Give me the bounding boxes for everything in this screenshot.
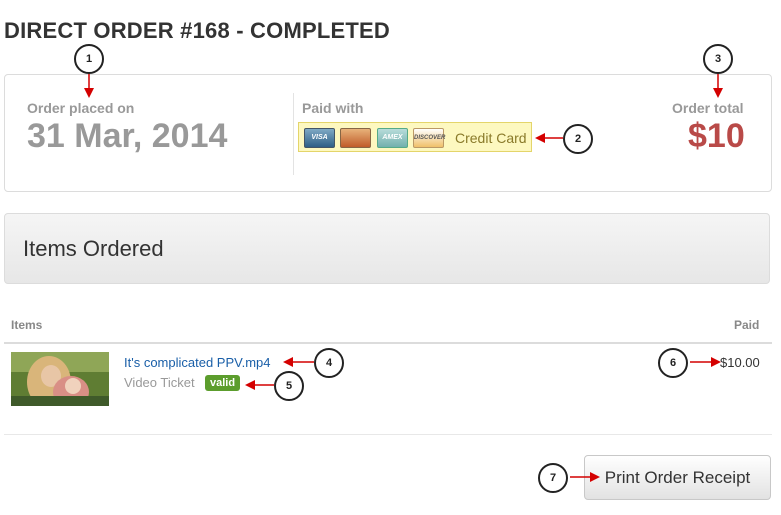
annotation-arrows bbox=[84, 73, 723, 482]
callout-7: 7 bbox=[538, 463, 568, 493]
callout-2: 2 bbox=[563, 124, 593, 154]
callout-5: 5 bbox=[274, 371, 304, 401]
callout-6: 6 bbox=[658, 348, 688, 378]
callout-3: 3 bbox=[703, 44, 733, 74]
callout-1: 1 bbox=[74, 44, 104, 74]
callout-4: 4 bbox=[314, 348, 344, 378]
